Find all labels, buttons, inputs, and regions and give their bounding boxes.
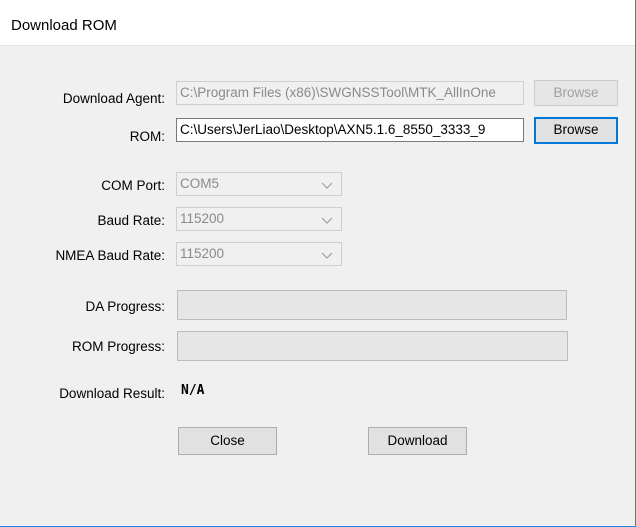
rom-browse-button[interactable]: Browse xyxy=(534,117,618,144)
chevron-down-icon xyxy=(321,217,333,224)
download-button[interactable]: Download xyxy=(368,427,467,455)
download-rom-dialog: Download ROM Download Agent: C:\Program … xyxy=(0,0,636,527)
baud-rate-label: Baud Rate: xyxy=(97,213,165,228)
nmea-baud-rate-value: 115200 xyxy=(180,246,225,261)
chevron-down-icon xyxy=(321,252,333,259)
download-agent-path-field: C:\Program Files (x86)\SWGNSSTool\MTK_Al… xyxy=(176,81,524,105)
da-progress-label: DA Progress: xyxy=(85,299,165,314)
title-bar[interactable]: Download ROM xyxy=(0,0,635,46)
nmea-baud-rate-select[interactable]: 115200 xyxy=(176,242,342,266)
download-result-label: Download Result: xyxy=(59,386,165,401)
nmea-baud-rate-label: NMEA Baud Rate: xyxy=(55,248,165,263)
rom-progress-bar xyxy=(177,331,568,361)
com-port-value: COM5 xyxy=(180,176,220,191)
download-result-value: N/A xyxy=(181,383,205,398)
rom-path-field[interactable]: C:\Users\JerLiao\Desktop\AXN5.1.6_8550_3… xyxy=(176,118,524,142)
com-port-select[interactable]: COM5 xyxy=(176,172,342,196)
download-agent-label: Download Agent: xyxy=(62,91,165,106)
rom-label: ROM: xyxy=(129,129,165,144)
baud-rate-select[interactable]: 115200 xyxy=(176,207,342,231)
chevron-down-icon xyxy=(321,182,333,189)
window-title: Download ROM xyxy=(11,17,117,34)
rom-progress-label: ROM Progress: xyxy=(71,339,165,354)
close-button[interactable]: Close xyxy=(178,427,277,455)
da-progress-bar xyxy=(177,290,567,320)
com-port-label: COM Port: xyxy=(101,178,165,193)
download-agent-browse-button[interactable]: Browse xyxy=(534,80,618,106)
baud-rate-value: 115200 xyxy=(180,211,225,226)
